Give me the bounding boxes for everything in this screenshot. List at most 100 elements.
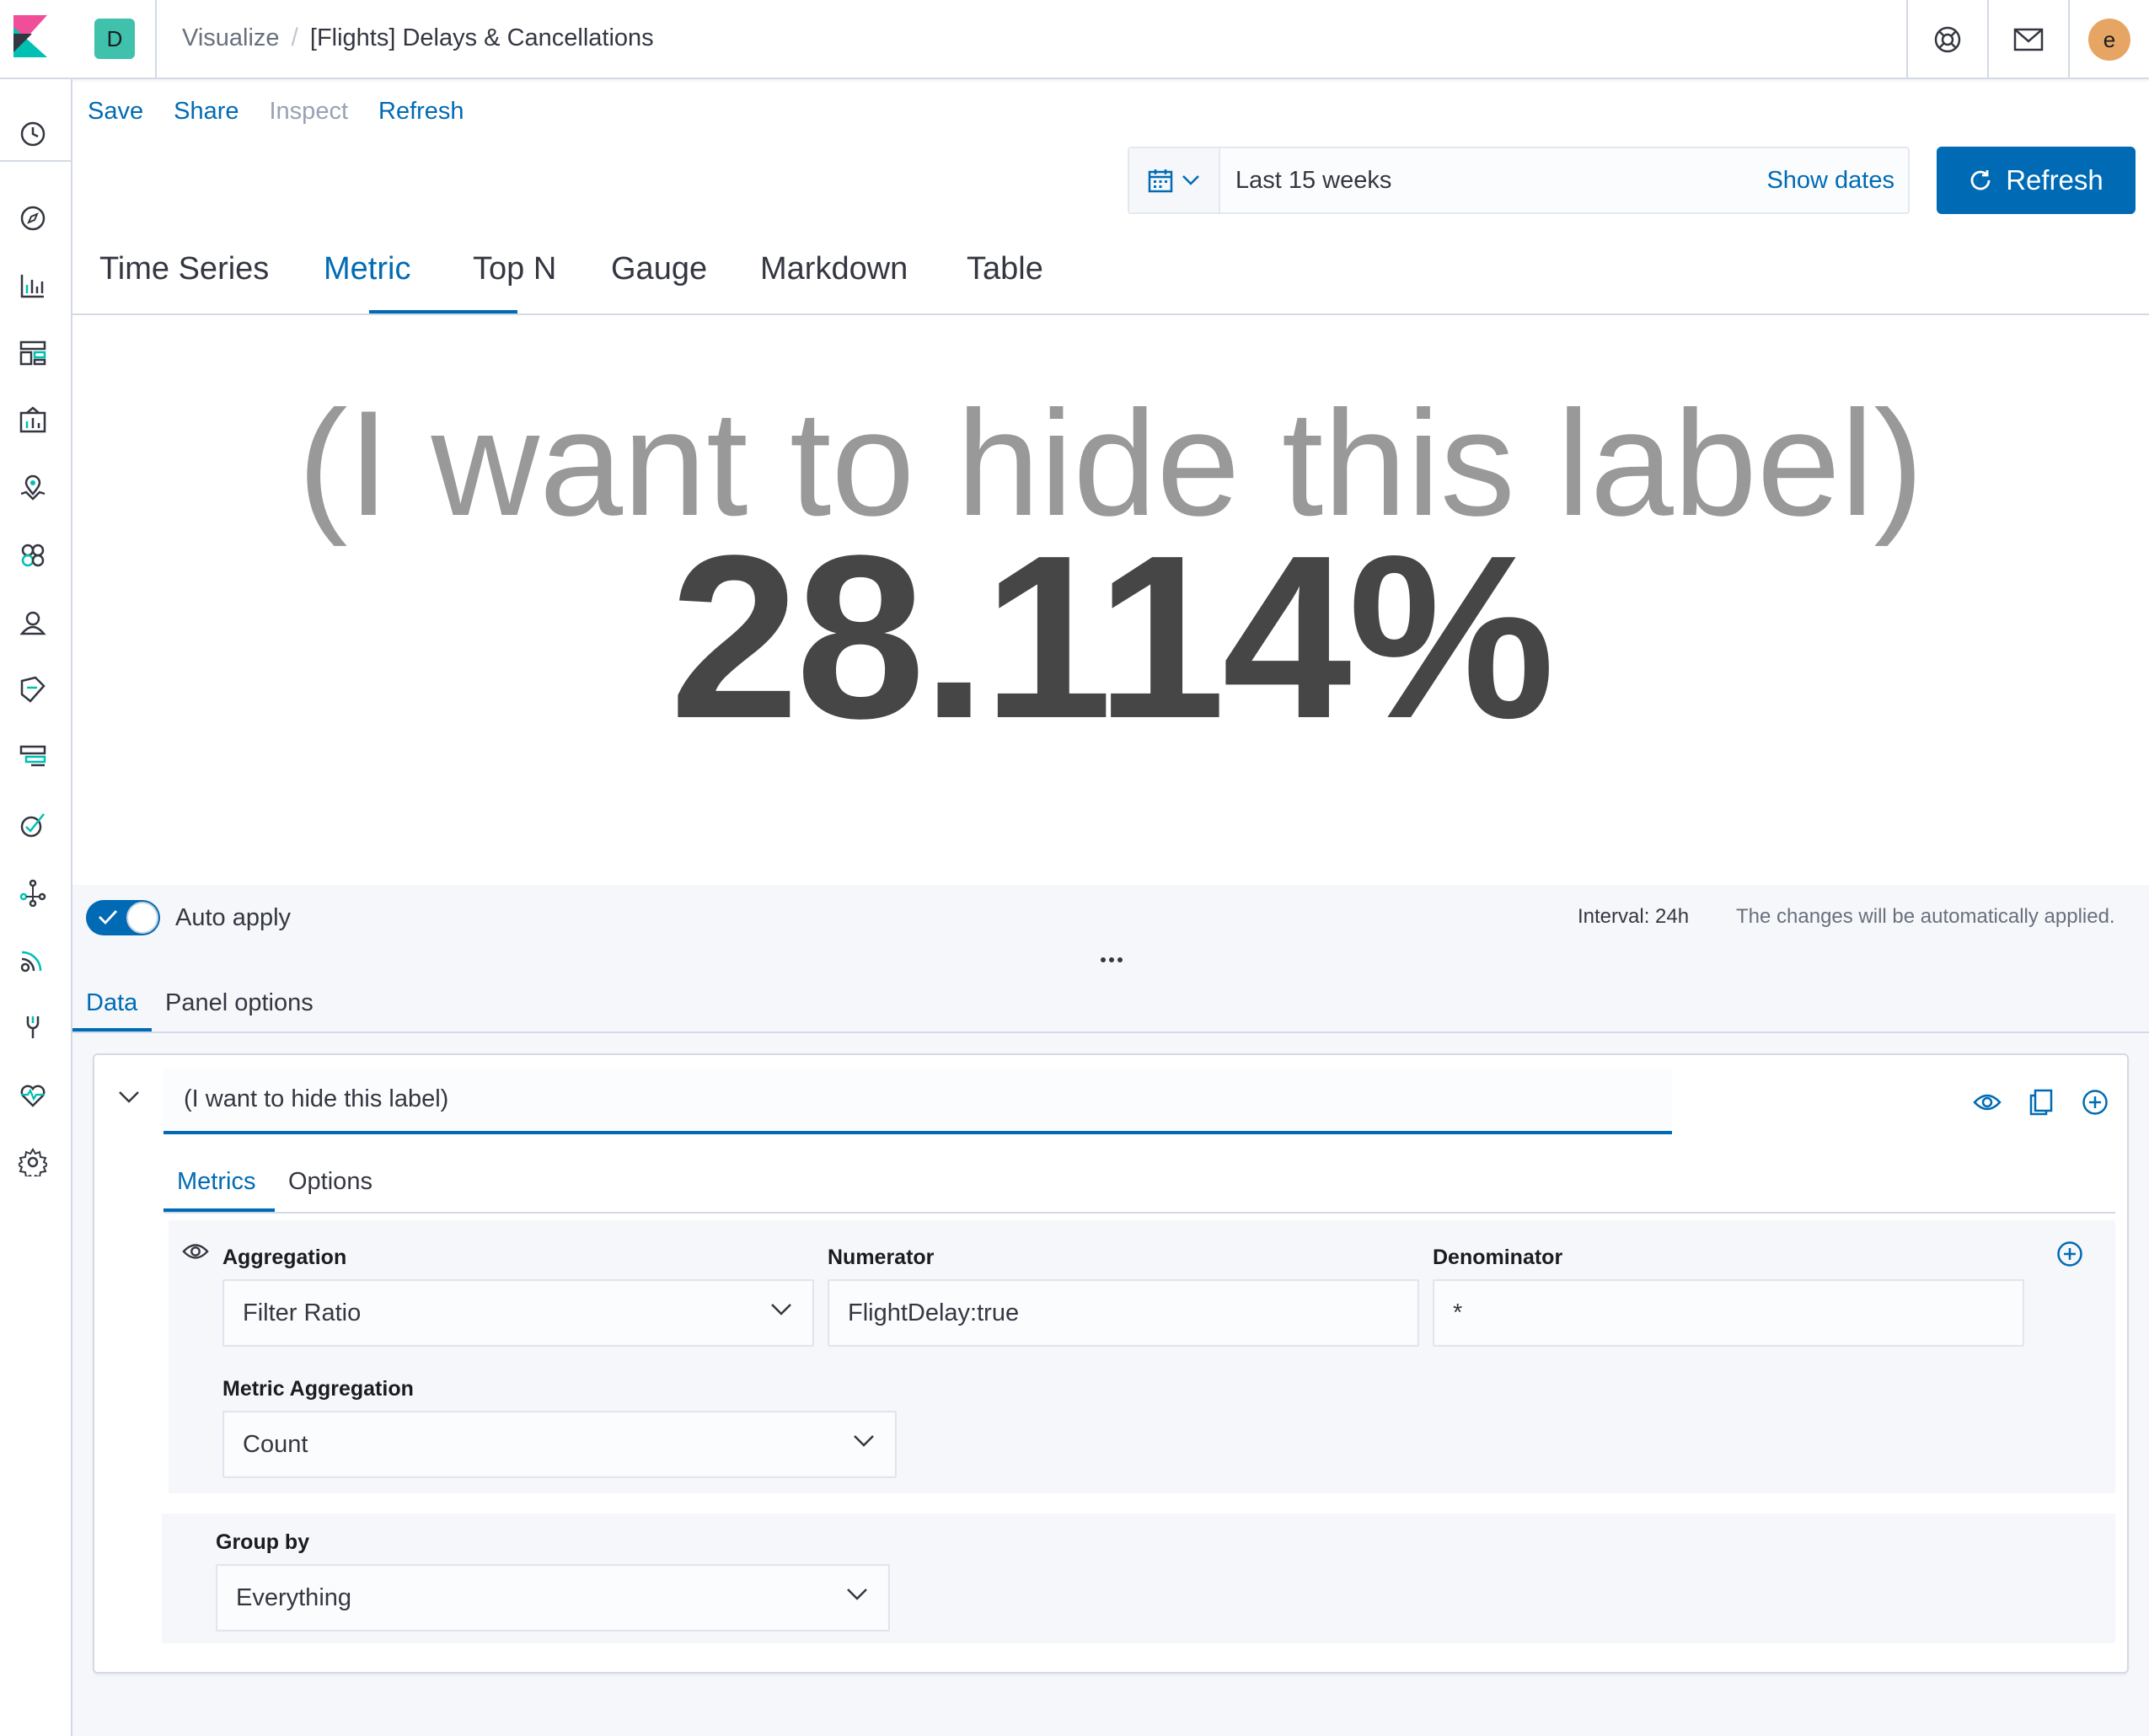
chevron-down-icon	[1182, 175, 1199, 185]
collapse-series-button[interactable]	[118, 1090, 140, 1104]
visualization-type-tabs: Time Series Metric Top N Gauge Markdown …	[72, 243, 2149, 315]
editor-tabs: Data Panel options	[72, 974, 2149, 1033]
header-divider	[155, 0, 157, 79]
group-by-select[interactable]: Everything	[216, 1564, 890, 1632]
toggle-visibility-button[interactable]	[1970, 1085, 2004, 1119]
denominator-label: Denominator	[1433, 1246, 1563, 1269]
group-by-value: Everything	[236, 1584, 352, 1611]
add-series-button[interactable]	[2078, 1085, 2112, 1119]
denominator-value: *	[1453, 1299, 1463, 1326]
clone-series-button[interactable]	[2024, 1085, 2058, 1119]
chevron-down-icon	[771, 1304, 791, 1315]
tab-markdown[interactable]: Markdown	[760, 251, 908, 315]
auto-apply-toggle[interactable]	[86, 900, 160, 935]
logs-icon[interactable]	[17, 674, 49, 706]
infrastructure-icon[interactable]	[17, 607, 49, 639]
breadcrumb-separator: /	[291, 24, 298, 51]
resize-handle[interactable]	[1101, 957, 1123, 962]
metric-aggregation-value: Count	[243, 1431, 308, 1458]
add-metric-button[interactable]	[2056, 1240, 2083, 1267]
breadcrumb-visualize-link[interactable]: Visualize	[182, 24, 280, 52]
show-dates-link[interactable]: Show dates	[1766, 167, 1894, 195]
auto-apply-label: Auto apply	[175, 903, 292, 931]
series-label-input[interactable]: (I want to hide this label)	[163, 1069, 1672, 1134]
tab-top-n[interactable]: Top N	[473, 251, 556, 315]
monitoring-icon[interactable]	[17, 1079, 49, 1111]
maps-icon[interactable]	[17, 472, 49, 504]
nav-divider	[0, 160, 72, 162]
active-data-tab-underline	[72, 1028, 152, 1031]
kibana-logo-icon[interactable]	[13, 15, 51, 57]
recently-viewed-icon[interactable]	[17, 118, 49, 150]
chevron-down-icon	[854, 1435, 874, 1447]
metric-aggregation-select[interactable]: Count	[222, 1411, 897, 1478]
numerator-label: Numerator	[828, 1246, 935, 1269]
help-button[interactable]	[1906, 0, 1987, 79]
siem-icon[interactable]	[17, 944, 49, 976]
series-sub-tabs: Metrics Options	[163, 1153, 2115, 1214]
auto-apply: Auto apply	[86, 900, 291, 935]
aggregation-label: Aggregation	[222, 1246, 347, 1269]
space-initial: D	[106, 25, 123, 51]
quick-menu-button[interactable]	[1129, 148, 1220, 212]
visualize-icon[interactable]	[17, 270, 49, 302]
refresh-button[interactable]: Refresh	[1937, 147, 2136, 214]
save-link[interactable]: Save	[88, 98, 143, 126]
series-panel: (I want to hide this label) Metrics Opti…	[93, 1053, 2129, 1674]
aggregation-select[interactable]: Filter Ratio	[222, 1279, 814, 1347]
mail-icon	[2013, 28, 2044, 51]
group-by-label: Group by	[216, 1530, 310, 1554]
tab-panel-options[interactable]: Panel options	[165, 989, 314, 1017]
share-link[interactable]: Share	[174, 98, 238, 126]
dashboard-icon[interactable]	[17, 337, 49, 369]
user-avatar: e	[2088, 19, 2130, 61]
top-header: D Visualize / [Flights] Delays & Cancell…	[0, 0, 2149, 79]
tab-options[interactable]: Options	[288, 1168, 372, 1196]
breadcrumb: Visualize / [Flights] Delays & Cancellat…	[182, 24, 654, 52]
canvas-icon[interactable]	[17, 405, 49, 437]
copy-icon	[2029, 1089, 2053, 1116]
machine-learning-icon[interactable]	[17, 539, 49, 571]
user-menu-button[interactable]: e	[2068, 0, 2149, 79]
plus-in-circle-icon	[2057, 1241, 2082, 1267]
denominator-input[interactable]: *	[1433, 1279, 2024, 1347]
newsfeed-button[interactable]	[1987, 0, 2068, 79]
eye-icon	[182, 1244, 209, 1259]
tab-gauge[interactable]: Gauge	[611, 251, 707, 315]
apm-icon[interactable]	[17, 742, 49, 774]
inspect-link: Inspect	[269, 98, 349, 125]
calendar-icon	[1148, 169, 1173, 193]
date-range-text[interactable]: Last 15 weeks	[1235, 167, 1391, 195]
plus-in-circle-icon	[2082, 1090, 2108, 1115]
chevron-down-icon	[847, 1589, 867, 1600]
management-icon[interactable]	[17, 1146, 49, 1178]
tab-metric[interactable]: Metric	[324, 251, 410, 315]
dev-tools-icon[interactable]	[17, 1011, 49, 1043]
metric-value: 28.114%	[669, 507, 1555, 767]
tab-table[interactable]: Table	[967, 251, 1043, 315]
uptime-icon[interactable]	[17, 809, 49, 841]
toggle-metric-visibility-button[interactable]	[182, 1242, 209, 1261]
graph-icon[interactable]	[17, 876, 49, 908]
numerator-value: FlightDelay:true	[848, 1299, 1020, 1326]
help-lifebuoy-icon	[1934, 26, 1961, 53]
tab-data[interactable]: Data	[86, 989, 137, 1017]
user-initial: e	[2103, 26, 2116, 52]
eye-icon	[1973, 1094, 2002, 1111]
check-icon	[99, 910, 118, 925]
space-avatar[interactable]: D	[94, 19, 135, 59]
discover-icon[interactable]	[17, 202, 49, 234]
refresh-button-label: Refresh	[2006, 164, 2103, 196]
applied-note: The changes will be automatically applie…	[1736, 905, 2115, 928]
aggregation-value: Filter Ratio	[243, 1299, 362, 1326]
side-navigation	[0, 79, 72, 1736]
tab-time-series[interactable]: Time Series	[99, 251, 269, 315]
date-picker: Last 15 weeks Show dates	[1128, 147, 1910, 214]
numerator-input[interactable]: FlightDelay:true	[828, 1279, 1419, 1347]
metric-row: Aggregation Filter Ratio Numerator Fligh…	[169, 1220, 2115, 1493]
tab-metrics[interactable]: Metrics	[177, 1168, 255, 1196]
interval-text: Interval: 24h	[1578, 905, 1690, 928]
refresh-link[interactable]: Refresh	[378, 98, 464, 126]
metric-aggregation-label: Metric Aggregation	[222, 1377, 414, 1401]
breadcrumb-current: [Flights] Delays & Cancellations	[309, 24, 654, 51]
